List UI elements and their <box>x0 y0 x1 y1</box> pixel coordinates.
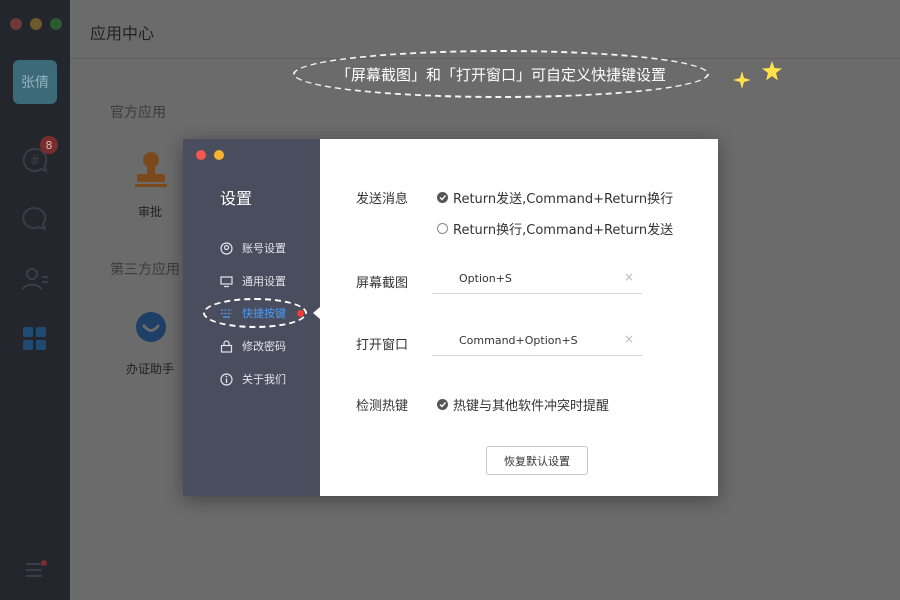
open-window-label: 打开窗口 <box>356 338 409 353</box>
settings-window: 设置 账号设置 通用设置 快捷按键 修改密码 关于我们 发送消息 Return发… <box>183 139 718 496</box>
avatar[interactable]: 张倩 <box>13 60 57 104</box>
close-window-button[interactable] <box>10 18 22 30</box>
zhengjian-helper-label[interactable]: 办证助手 <box>126 360 174 377</box>
nav-item-label: 通用设置 <box>242 275 286 288</box>
nav-item-account[interactable]: 账号设置 <box>219 239 286 257</box>
zhengjian-helper-icon[interactable] <box>135 311 167 347</box>
send-option-label: Return发送,Command+Return换行 <box>453 192 674 207</box>
screenshot-shortcut-value: Option+S <box>459 272 512 285</box>
approval-app-icon[interactable] <box>133 150 169 194</box>
app-grid-icon[interactable] <box>20 324 50 354</box>
info-icon <box>219 372 233 386</box>
active-nav-highlight <box>203 298 307 328</box>
settings-window-controls <box>196 150 224 160</box>
annotation-bubble: 「屏幕截图」和「打开窗口」可自定义快捷键设置 <box>293 50 709 98</box>
nav-item-label: 账号设置 <box>242 242 286 255</box>
star-icon <box>761 61 783 85</box>
hotkey-conflict-checkbox[interactable]: 热键与其他软件冲突时提醒 <box>437 395 609 414</box>
lock-icon <box>219 339 233 353</box>
monitor-icon <box>219 274 233 288</box>
open-window-shortcut-value: Command+Option+S <box>459 334 578 347</box>
unread-badge: 8 <box>40 136 58 154</box>
minimize-window-button[interactable] <box>30 18 42 30</box>
chat-icon[interactable] <box>20 203 50 233</box>
app-sidebar-rail: 张倩 # 8 <box>0 0 70 600</box>
sparkle-small-icon <box>733 71 751 93</box>
send-option-label: Return换行,Command+Return发送 <box>453 223 674 238</box>
nav-item-password[interactable]: 修改密码 <box>219 337 286 355</box>
hotkey-conflict-label: 热键与其他软件冲突时提醒 <box>453 399 610 414</box>
send-option-return-newline[interactable]: Return换行,Command+Return发送 <box>437 219 673 238</box>
nav-pointer-arrow <box>313 307 320 319</box>
official-apps-heading: 官方应用 <box>110 105 166 121</box>
approval-app-label[interactable]: 审批 <box>138 203 162 220</box>
send-message-label: 发送消息 <box>356 192 409 207</box>
maximize-window-button[interactable] <box>50 18 62 30</box>
screenshot-shortcut-input[interactable]: Option+S × <box>432 264 642 294</box>
radio-checked-icon <box>437 192 448 203</box>
window-controls <box>10 18 62 30</box>
annotation-text: 「屏幕截图」和「打开窗口」可自定义快捷键设置 <box>335 65 666 84</box>
nav-item-general[interactable]: 通用设置 <box>219 272 286 290</box>
nav-item-label: 修改密码 <box>242 340 286 353</box>
account-icon <box>219 241 233 255</box>
clear-screenshot-shortcut-button[interactable]: × <box>624 270 634 284</box>
radio-unchecked-icon <box>437 223 448 234</box>
third-party-apps-heading: 第三方应用 <box>110 262 180 278</box>
open-window-shortcut-input[interactable]: Command+Option+S × <box>432 326 642 356</box>
settings-sidebar: 设置 账号设置 通用设置 快捷按键 修改密码 关于我们 <box>183 139 320 496</box>
page-title: 应用中心 <box>90 24 155 43</box>
reset-defaults-button[interactable]: 恢复默认设置 <box>486 446 588 475</box>
settings-close-button[interactable] <box>196 150 206 160</box>
hotkey-check-label: 检测热键 <box>356 399 409 414</box>
nav-item-about[interactable]: 关于我们 <box>219 370 286 388</box>
send-option-return-send[interactable]: Return发送,Command+Return换行 <box>437 188 673 207</box>
notification-dot <box>41 560 47 566</box>
contacts-icon[interactable] <box>20 264 50 294</box>
svg-text:#: # <box>30 154 41 169</box>
settings-content: 发送消息 Return发送,Command+Return换行 Return换行,… <box>320 139 718 496</box>
nav-item-label: 关于我们 <box>242 373 286 386</box>
settings-title: 设置 <box>220 189 253 208</box>
screenshot-label: 屏幕截图 <box>356 276 409 291</box>
settings-minimize-button[interactable] <box>214 150 224 160</box>
checkbox-checked-icon <box>437 399 448 410</box>
clear-open-window-shortcut-button[interactable]: × <box>624 332 634 346</box>
